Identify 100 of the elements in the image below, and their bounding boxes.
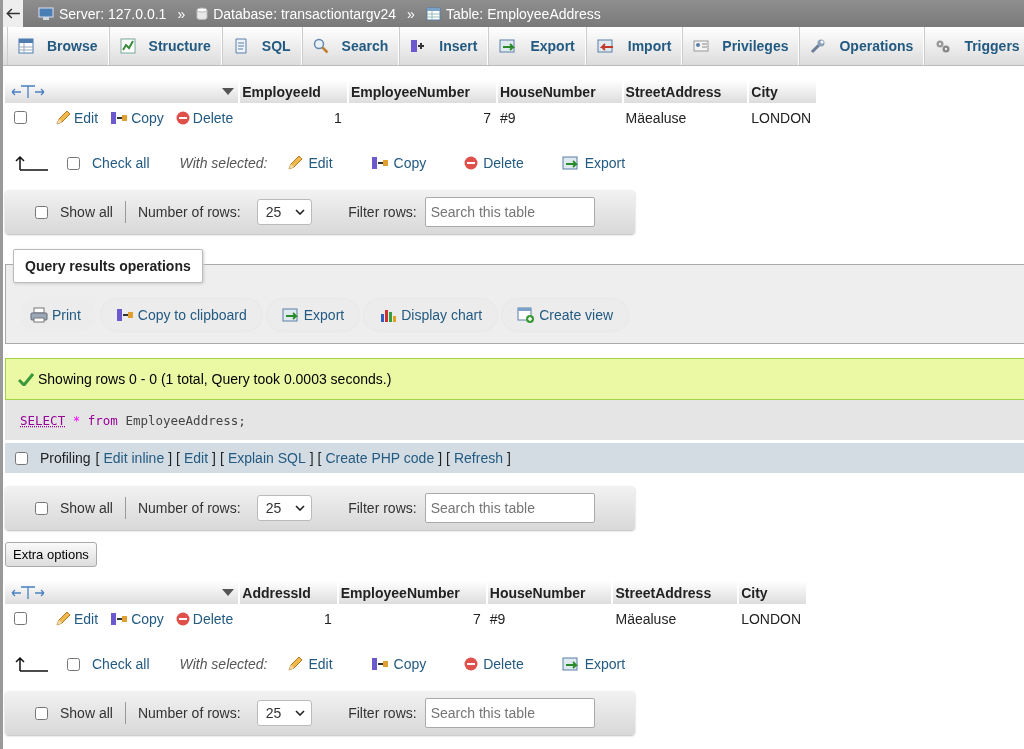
filter-field[interactable]: Search this table <box>424 698 595 728</box>
row-action-link[interactable]: Delete <box>175 109 234 126</box>
bracket: [ <box>95 450 100 466</box>
column-header[interactable]: HouseNumber <box>496 80 623 103</box>
profiling-link[interactable]: Explain SQL <box>227 450 306 466</box>
gears-icon <box>935 38 952 54</box>
breadcrumb-link[interactable]: Server: 127.0.0.1 <box>59 5 167 22</box>
column-header[interactable]: EmployeeId <box>239 80 348 103</box>
bulk-action-link[interactable]: Edit <box>287 656 333 672</box>
operation-button[interactable]: Copy to clipboard <box>100 299 262 331</box>
tab[interactable]: Import <box>585 27 683 65</box>
rows-dropdown[interactable]: 25 <box>256 700 313 726</box>
row-action-link[interactable]: Edit <box>55 109 99 126</box>
column-header[interactable]: AddressId <box>239 581 338 604</box>
column-header[interactable]: StreetAddress <box>612 581 739 604</box>
row-action-link[interactable]: Copy <box>110 610 164 627</box>
delete-icon <box>464 156 479 170</box>
profiling-link[interactable]: Refresh <box>453 450 503 466</box>
show-all-label[interactable]: Show all <box>60 204 113 220</box>
bracket: ] <box>309 450 314 466</box>
row-action-link[interactable]: Copy <box>110 109 164 126</box>
tab[interactable]: Triggers <box>924 27 1024 65</box>
column-header[interactable]: City <box>738 581 808 604</box>
bulk-action-link[interactable]: Copy <box>370 155 427 171</box>
tab[interactable]: SQL <box>221 27 302 65</box>
extra-options-button[interactable]: Extra options <box>5 542 97 567</box>
table-cell: Mäealuse <box>622 103 749 132</box>
tab[interactable]: Export <box>488 27 586 65</box>
column-header[interactable]: EmployeeNumber <box>347 80 497 103</box>
column-header[interactable]: EmployeeNumber <box>337 581 487 604</box>
table-cell: #9 <box>496 103 623 132</box>
table-cell: 1 <box>239 604 338 633</box>
export-icon <box>561 156 580 170</box>
pencil-icon <box>287 656 304 672</box>
check-all-link[interactable]: Check all <box>92 155 150 171</box>
bulk-action-link[interactable]: Edit <box>287 155 333 171</box>
table-icon <box>18 38 34 54</box>
show-all-label[interactable]: Show all <box>60 500 113 516</box>
bulk-action-link[interactable]: Delete <box>464 155 524 171</box>
column-header[interactable]: City <box>748 80 818 103</box>
column-header[interactable]: HouseNumber <box>486 581 613 604</box>
show-all-checkbox[interactable] <box>35 205 48 219</box>
check-all-checkbox[interactable] <box>67 156 80 170</box>
show-all-checkbox[interactable] <box>35 501 48 515</box>
with-selected-label: With selected: <box>179 155 268 171</box>
bulk-action-link[interactable]: Delete <box>464 656 524 672</box>
bar-chart-icon <box>379 307 398 323</box>
table-icon <box>425 6 441 21</box>
tab[interactable]: Insert <box>399 27 489 65</box>
export-icon <box>281 308 300 322</box>
panel-title: Query results operations <box>13 249 203 283</box>
breadcrumb-link[interactable]: Table: EmployeeAddress <box>445 5 601 22</box>
sql-query-text: SELECT * from EmployeeAddress; <box>20 412 246 428</box>
document-icon <box>232 38 249 54</box>
check-icon <box>18 372 34 386</box>
tab[interactable]: Structure <box>108 27 222 65</box>
tab[interactable]: Operations <box>799 27 925 65</box>
rows-dropdown[interactable]: 25 <box>256 199 313 225</box>
column-header[interactable]: StreetAddress <box>622 80 749 103</box>
tab[interactable]: Search <box>301 27 400 65</box>
bulk-action-link[interactable]: Export <box>561 656 626 672</box>
copy-icon <box>115 307 134 323</box>
search-icon <box>312 38 329 54</box>
structure-icon <box>119 38 136 54</box>
column-expand-icon <box>11 85 45 99</box>
row-action-link[interactable]: Edit <box>55 610 99 627</box>
profiling-link[interactable]: Create PHP code <box>325 450 435 466</box>
operation-button[interactable]: Export <box>266 299 360 331</box>
tab[interactable]: Privileges <box>682 27 800 65</box>
rows-dropdown[interactable]: 25 <box>256 495 313 521</box>
operation-button[interactable]: Create view <box>502 299 629 331</box>
bulk-action-link[interactable]: Export <box>561 155 626 171</box>
operation-button[interactable]: Display chart <box>364 299 498 331</box>
filter-label: Filter rows: <box>348 500 417 516</box>
bulk-action-link[interactable]: Copy <box>370 656 427 672</box>
profiling-label: Profiling <box>40 450 91 466</box>
corner-arrow-icon <box>15 656 49 672</box>
show-all-checkbox[interactable] <box>35 706 48 720</box>
filter-field[interactable]: Search this table <box>424 197 595 227</box>
delete-icon <box>175 611 190 626</box>
profiling-checkbox[interactable] <box>15 451 28 465</box>
row-checkbox[interactable] <box>14 111 27 124</box>
profiling-link[interactable]: Edit <box>183 450 209 466</box>
table-cell: 7 <box>347 103 497 132</box>
row-checkbox[interactable] <box>14 612 27 625</box>
show-all-label[interactable]: Show all <box>60 705 113 721</box>
copy-icon <box>370 155 389 171</box>
profiling-link[interactable]: Edit inline <box>103 450 165 466</box>
bracket: [ <box>317 450 322 466</box>
breadcrumb-link[interactable]: Database: transactiontargv24 <box>213 5 397 22</box>
check-all-checkbox[interactable] <box>67 657 80 671</box>
filter-field[interactable]: Search this table <box>424 493 595 523</box>
row-action-link[interactable]: Delete <box>175 610 234 627</box>
bracket: [ <box>220 450 224 466</box>
bracket: ] <box>507 450 511 466</box>
check-all-link[interactable]: Check all <box>92 656 150 672</box>
breadcrumb-separator: » <box>407 5 415 22</box>
copy-icon <box>110 109 129 126</box>
bracket: [ <box>446 450 450 466</box>
tab[interactable]: Browse <box>7 27 109 65</box>
